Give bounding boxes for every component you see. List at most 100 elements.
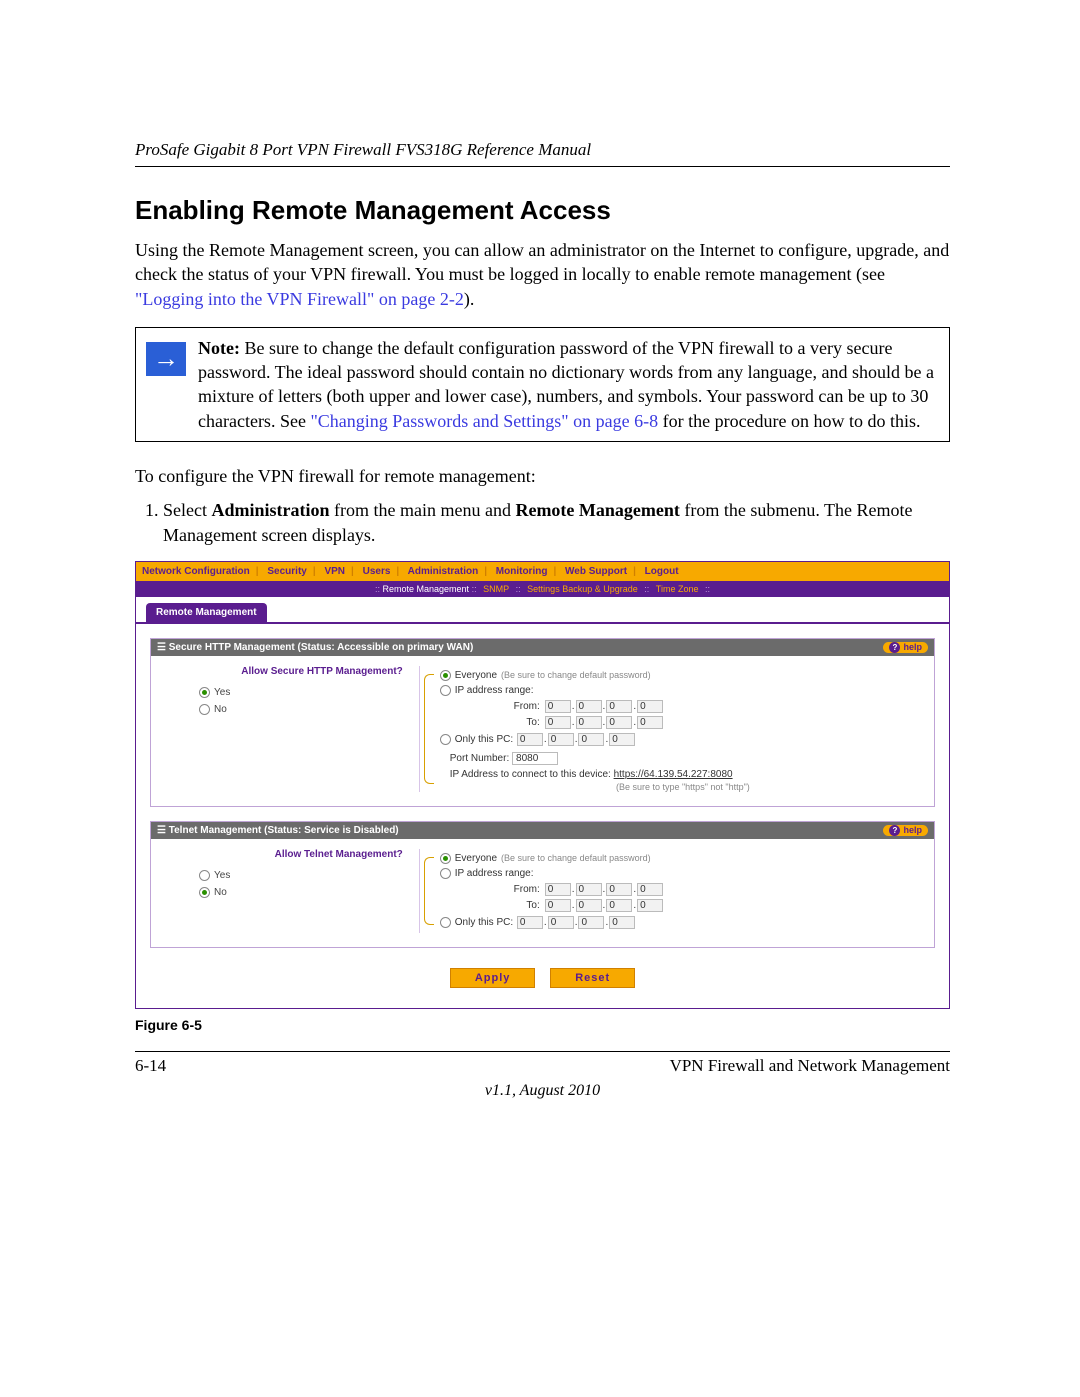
allow-telnet-label: Allow Telnet Management?: [159, 849, 409, 860]
ip-only-4[interactable]: 0: [609, 733, 635, 746]
connect-label: IP Address to connect to this device:: [450, 769, 611, 780]
note-link[interactable]: "Changing Passwords and Settings" on pag…: [310, 411, 658, 431]
port-label: Port Number:: [450, 753, 509, 764]
intro-link[interactable]: "Logging into the VPN Firewall" on page …: [135, 289, 464, 309]
step1-c: from the main menu and: [330, 500, 516, 520]
t-opt-only-pc[interactable]: Only this PC: 0.0.0.0: [440, 916, 926, 929]
subnav-timezone[interactable]: Time Zone: [656, 584, 699, 594]
t-ip-only-1[interactable]: 0: [517, 916, 543, 929]
figure-caption: Figure 6-5: [135, 1017, 950, 1033]
t-ip-only-3[interactable]: 0: [578, 916, 604, 929]
ip-to-1[interactable]: 0: [545, 716, 571, 729]
help-button[interactable]: help: [883, 642, 928, 653]
footer-row: 6-14 VPN Firewall and Network Management: [135, 1056, 950, 1076]
chapter-title: VPN Firewall and Network Management: [670, 1056, 950, 1076]
bracket-icon: [424, 857, 434, 925]
t-ip-only-4[interactable]: 0: [609, 916, 635, 929]
top-nav: Network Configuration| Security| VPN| Us…: [136, 562, 949, 581]
note-body-2: for the procedure on how to do this.: [658, 411, 920, 431]
doc-version: v1.1, August 2010: [135, 1082, 950, 1100]
t-ip-from-3[interactable]: 0: [606, 883, 632, 896]
radio-icon: [440, 685, 451, 696]
t-ip-to-2[interactable]: 0: [576, 899, 602, 912]
nav-net-config[interactable]: Network Configuration: [142, 566, 250, 577]
t-ip-from-4[interactable]: 0: [637, 883, 663, 896]
radio-icon: [440, 868, 451, 879]
opt-range-label: IP address range:: [455, 685, 534, 696]
step1-a: Select: [163, 500, 211, 520]
nav-web-support[interactable]: Web Support: [565, 566, 627, 577]
intro-paragraph: Using the Remote Management screen, you …: [135, 238, 950, 311]
footer-rule: [135, 1051, 950, 1052]
section-heading: Enabling Remote Management Access: [135, 195, 950, 226]
nav-users[interactable]: Users: [363, 566, 391, 577]
t-opt-everyone[interactable]: Everyone (Be sure to change default passw…: [440, 853, 926, 864]
panel2-title: ☰ Telnet Management (Status: Service is …: [157, 825, 399, 836]
t-only-label: Only this PC:: [455, 917, 513, 928]
nav-monitoring[interactable]: Monitoring: [496, 566, 548, 577]
arrow-right-icon: →: [146, 342, 186, 376]
help-button[interactable]: help: [883, 825, 928, 836]
t-to-label: To:: [500, 900, 540, 911]
nav-security[interactable]: Security: [267, 566, 306, 577]
radio-selected-icon: [440, 670, 451, 681]
nav-logout[interactable]: Logout: [645, 566, 679, 577]
t-ip-to-3[interactable]: 0: [606, 899, 632, 912]
step1-d: Remote Management: [515, 500, 679, 520]
note-prefix: Note:: [198, 338, 240, 358]
ip-only-1[interactable]: 0: [517, 733, 543, 746]
header-rule: [135, 166, 950, 167]
from-label: From:: [500, 701, 540, 712]
steps-list: Select Administration from the main menu…: [163, 498, 950, 547]
subnav-snmp[interactable]: SNMP: [483, 584, 509, 594]
remote-management-screenshot: Network Configuration| Security| VPN| Us…: [135, 561, 950, 1009]
note-box: → Note: Be sure to change the default co…: [135, 327, 950, 442]
opt-range[interactable]: IP address range:: [440, 685, 926, 696]
t-ip-to-1[interactable]: 0: [545, 899, 571, 912]
allow-http-label: Allow Secure HTTP Management?: [159, 666, 409, 677]
t-ip-from-2[interactable]: 0: [576, 883, 602, 896]
intro-text-1: Using the Remote Management screen, you …: [135, 240, 949, 284]
radio-selected-icon: [199, 887, 210, 898]
telnet-no-option[interactable]: No: [199, 887, 409, 898]
sub-nav: :: Remote Management :: SNMP :: Settings…: [136, 581, 949, 597]
apply-button[interactable]: Apply: [450, 968, 536, 988]
button-row: Apply Reset: [150, 962, 935, 998]
ip-to-3[interactable]: 0: [606, 716, 632, 729]
ip-from-2[interactable]: 0: [576, 700, 602, 713]
reset-button[interactable]: Reset: [550, 968, 635, 988]
step1-b: Administration: [211, 500, 329, 520]
ip-from-1[interactable]: 0: [545, 700, 571, 713]
telnet-yes-option[interactable]: Yes: [199, 870, 409, 881]
doc-header: ProSafe Gigabit 8 Port VPN Firewall FVS3…: [135, 140, 950, 160]
note-text: Note: Be sure to change the default conf…: [198, 336, 939, 433]
https-hint: (Be sure to type "https" not "http"): [440, 782, 926, 792]
opt-everyone[interactable]: Everyone(Be sure to change default passw…: [440, 670, 926, 681]
http-yes-label: Yes: [214, 687, 230, 698]
t-ip-to-4[interactable]: 0: [637, 899, 663, 912]
opt-only-pc[interactable]: Only this PC: 0.0.0.0: [440, 733, 926, 746]
t-ip-from-1[interactable]: 0: [545, 883, 571, 896]
http-yes-option[interactable]: Yes: [199, 687, 409, 698]
port-input[interactable]: 8080: [512, 752, 558, 765]
tab-remote-management[interactable]: Remote Management: [146, 603, 267, 622]
ip-to-4[interactable]: 0: [637, 716, 663, 729]
nav-administration[interactable]: Administration: [408, 566, 479, 577]
t-everyone-label: Everyone: [455, 853, 497, 864]
t-everyone-hint: (Be sure to change default password): [501, 853, 651, 863]
ip-only-3[interactable]: 0: [578, 733, 604, 746]
panel-secure-http: ☰ Secure HTTP Management (Status: Access…: [150, 638, 935, 807]
http-no-option[interactable]: No: [199, 704, 409, 715]
subnav-remote-mgmt[interactable]: Remote Management: [383, 584, 470, 594]
connect-url[interactable]: https://64.139.54.227:8080: [614, 769, 733, 780]
ip-to-2[interactable]: 0: [576, 716, 602, 729]
config-intro: To configure the VPN firewall for remote…: [135, 464, 950, 488]
t-ip-only-2[interactable]: 0: [548, 916, 574, 929]
t-opt-range[interactable]: IP address range:: [440, 868, 926, 879]
ip-from-4[interactable]: 0: [637, 700, 663, 713]
ip-from-3[interactable]: 0: [606, 700, 632, 713]
ip-only-2[interactable]: 0: [548, 733, 574, 746]
subnav-backup[interactable]: Settings Backup & Upgrade: [527, 584, 638, 594]
nav-vpn[interactable]: VPN: [324, 566, 345, 577]
radio-icon: [440, 734, 451, 745]
